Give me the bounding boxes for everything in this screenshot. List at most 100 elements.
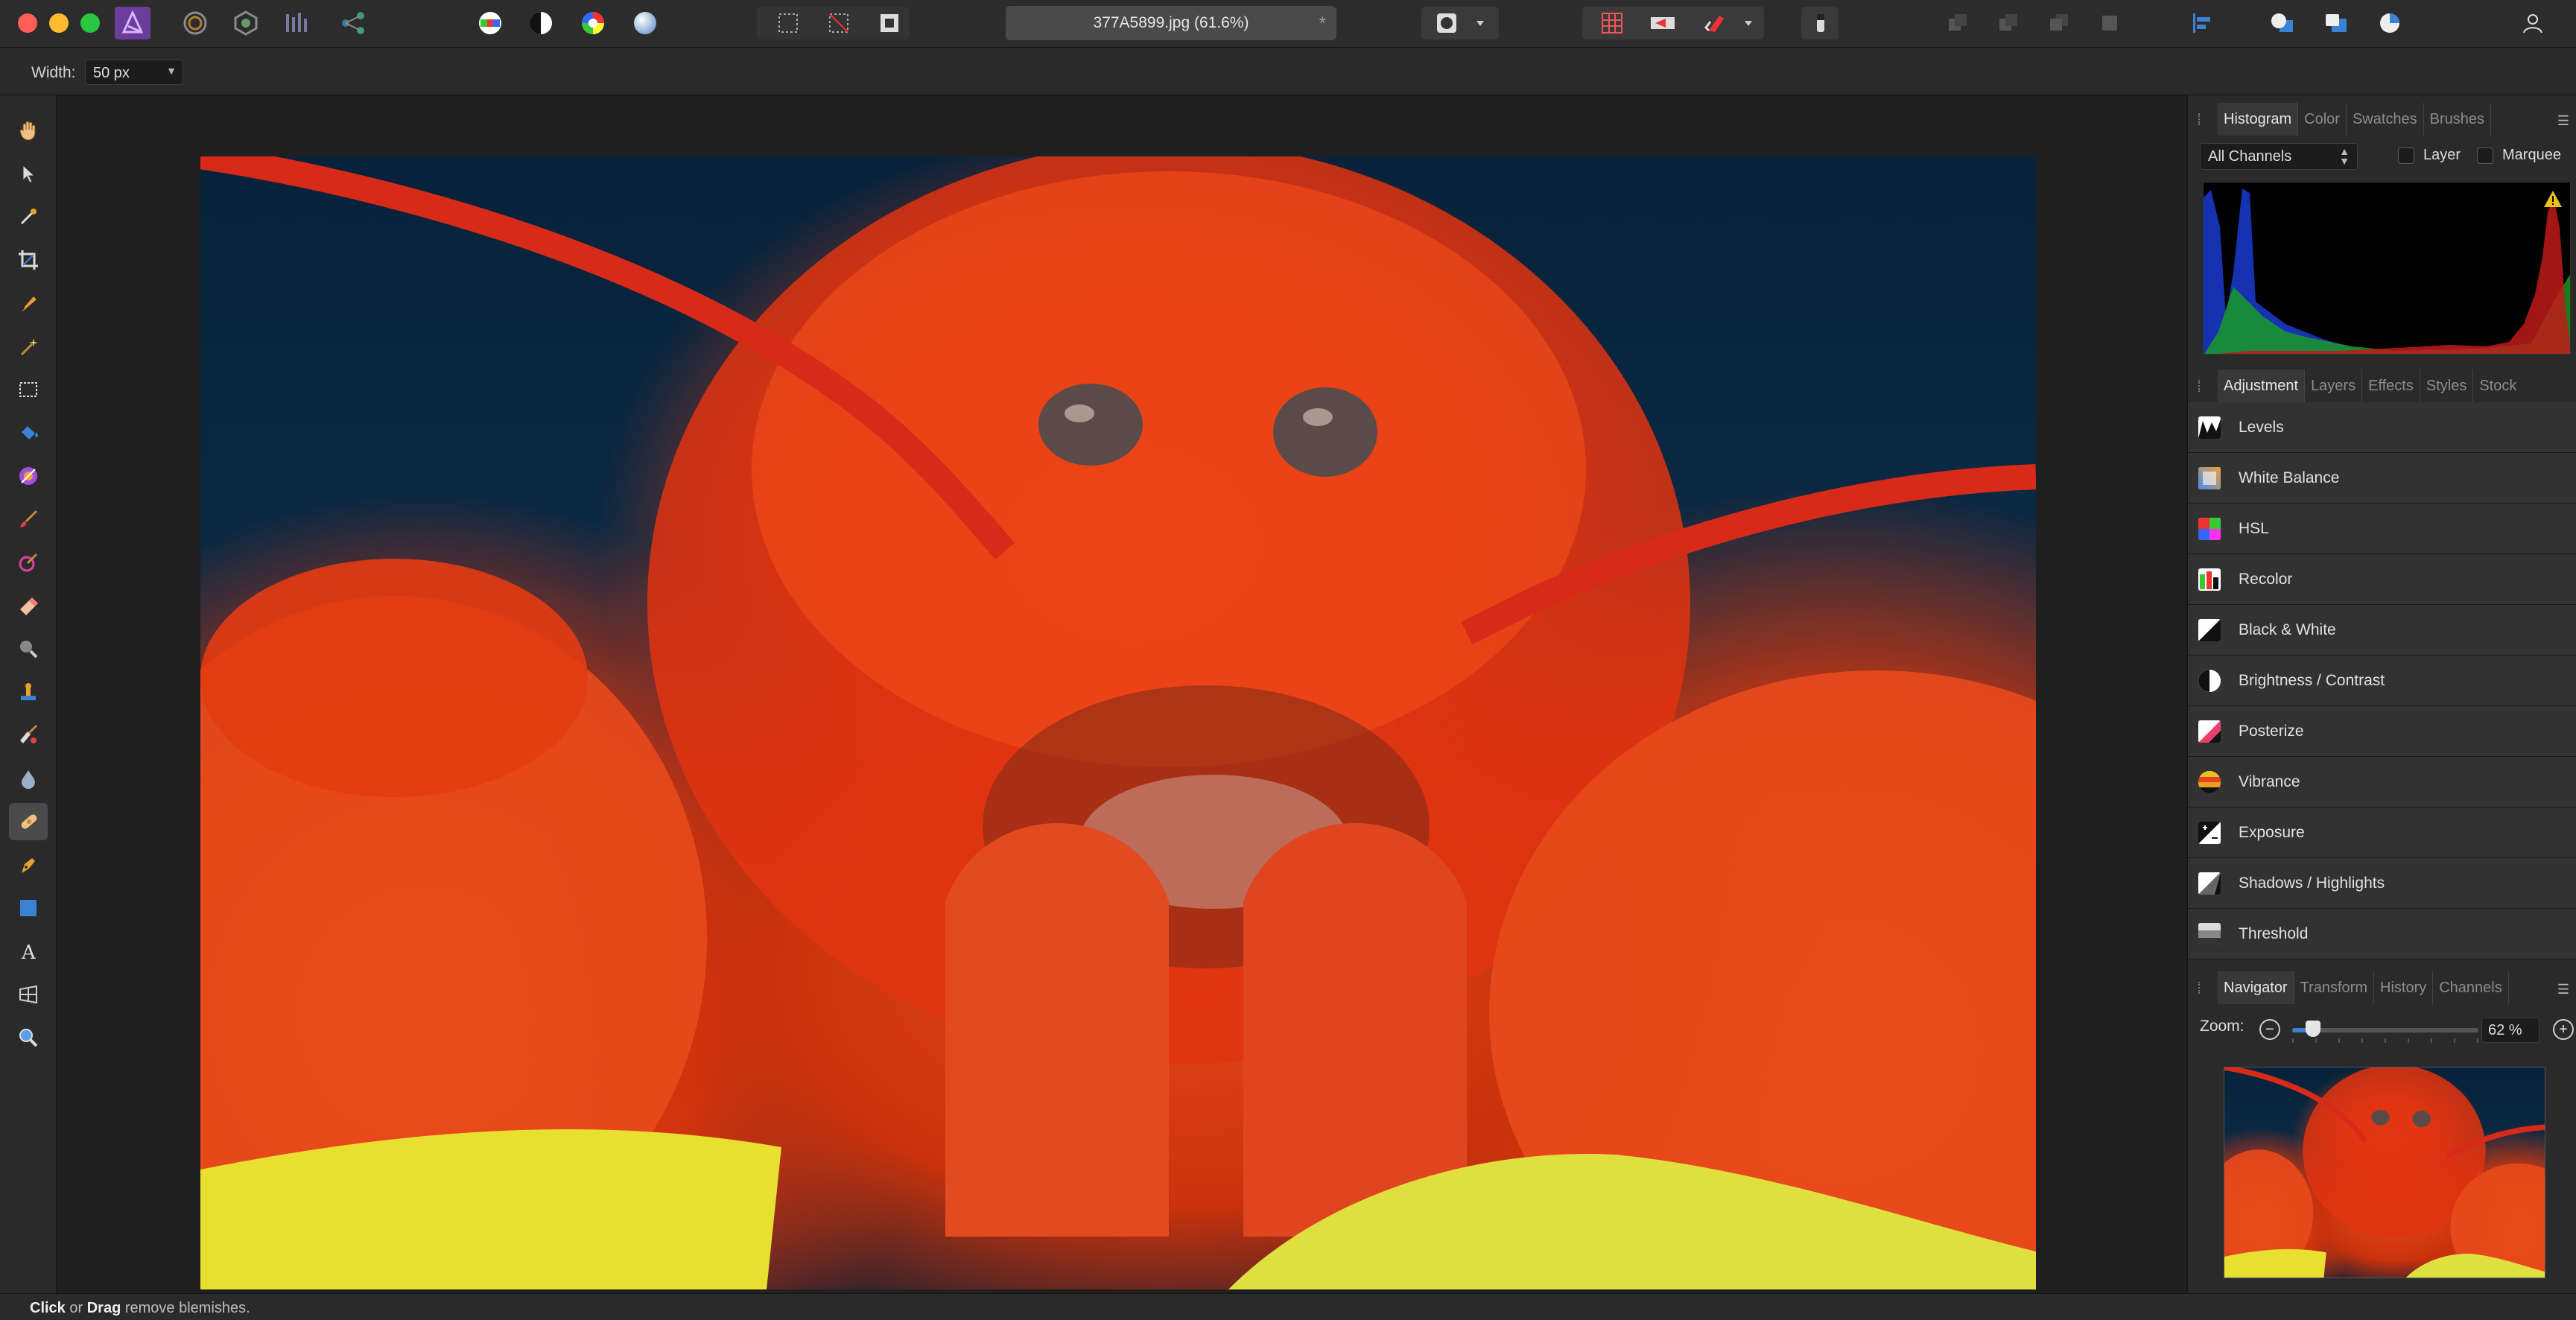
snapping-dropdown-icon[interactable] — [1737, 7, 1760, 39]
zoom-out-icon[interactable]: − — [2259, 1019, 2280, 1040]
order-back-icon[interactable] — [1940, 7, 1976, 39]
document-tab[interactable]: 377A5899.jpg (61.6%) * — [1006, 6, 1336, 40]
tab-history[interactable]: History — [2374, 971, 2434, 1004]
width-field[interactable]: 50 px ▼ — [85, 60, 183, 85]
color-replacement-icon[interactable] — [9, 544, 48, 581]
checkbox-box[interactable] — [2398, 147, 2414, 164]
tab-navigator[interactable]: Navigator — [2218, 971, 2294, 1004]
adjustment-label: Posterize — [2239, 722, 2304, 740]
grid-snap-icon[interactable] — [1594, 7, 1630, 39]
dodge-icon[interactable] — [9, 630, 48, 667]
develop-persona-icon[interactable] — [228, 7, 264, 39]
photo-persona-icon[interactable] — [115, 7, 150, 39]
zoom-slider-thumb[interactable] — [2305, 1021, 2320, 1037]
tab-stock[interactable]: Stock — [2473, 369, 2522, 402]
boolean-add-icon[interactable] — [2265, 7, 2300, 39]
boolean-intersect-icon[interactable] — [2372, 7, 2408, 39]
tab-adjustment[interactable]: Adjustment — [2218, 369, 2306, 402]
order-front-icon[interactable] — [2092, 7, 2128, 39]
adjustment-recolor[interactable]: Recolor — [2188, 554, 2576, 605]
gradient-icon[interactable] — [9, 457, 48, 495]
clone-brush-icon[interactable] — [9, 673, 48, 711]
tab-brushes[interactable]: Brushes — [2424, 103, 2492, 136]
pen-icon[interactable] — [9, 846, 48, 883]
text-icon[interactable]: A — [9, 933, 48, 970]
force-pixel-alignment-icon[interactable] — [1645, 7, 1681, 39]
panel-menu-icon[interactable]: ☰ — [2557, 982, 2569, 997]
blur-brush-icon[interactable] — [9, 760, 48, 797]
adjustment-posterize[interactable]: Posterize — [2188, 706, 2576, 757]
auto-levels-icon[interactable] — [472, 7, 508, 39]
marquee-checkbox[interactable]: Marquee — [2477, 147, 2561, 164]
color-picker-icon[interactable] — [9, 198, 48, 235]
close-window-button[interactable] — [18, 13, 37, 33]
blemish-brush-icon[interactable] — [9, 717, 48, 754]
adjustment-brightness-contrast[interactable]: Brightness / Contrast — [2188, 656, 2576, 706]
adjustment-black-white[interactable]: Black & White — [2188, 605, 2576, 656]
adjustment-white-balance[interactable]: White Balance — [2188, 453, 2576, 504]
crop-icon[interactable] — [9, 241, 48, 279]
status-or: or — [65, 1300, 87, 1316]
tab-layers[interactable]: Layers — [2305, 369, 2363, 402]
paint-brush-icon[interactable] — [9, 501, 48, 538]
quick-mask-dropdown-icon[interactable] — [1469, 7, 1491, 39]
boolean-subtract-icon[interactable] — [2318, 7, 2354, 39]
tab-swatches[interactable]: Swatches — [2347, 103, 2424, 136]
export-persona-icon[interactable] — [335, 7, 371, 39]
grip-icon[interactable] — [2198, 113, 2201, 125]
rectangle-shape-icon[interactable] — [9, 889, 48, 927]
zoom-value-field[interactable]: 62 % — [2481, 1018, 2539, 1043]
inpainting-brush-icon[interactable] — [9, 803, 48, 840]
align-icon[interactable] — [2184, 7, 2220, 39]
navigator-preview[interactable] — [2224, 1067, 2545, 1278]
tab-styles[interactable]: Styles — [2420, 369, 2474, 402]
layer-checkbox[interactable]: Layer — [2398, 147, 2461, 164]
tab-histogram[interactable]: Histogram — [2218, 103, 2299, 136]
erase-brush-icon[interactable] — [9, 587, 48, 624]
tab-effects[interactable]: Effects — [2362, 369, 2420, 402]
view-hand-icon[interactable] — [9, 112, 48, 149]
magic-wand-icon[interactable] — [9, 328, 48, 365]
channels-select[interactable]: All Channels ▲ ▼ — [2200, 143, 2358, 170]
zoom-in-icon[interactable]: + — [2553, 1019, 2574, 1040]
tone-mapping-persona-icon[interactable] — [279, 7, 314, 39]
order-backward-icon[interactable] — [1990, 7, 2026, 39]
rectangle-marquee-icon[interactable] — [9, 371, 48, 408]
tab-color[interactable]: Color — [2298, 103, 2347, 136]
flood-fill-icon[interactable] — [9, 414, 48, 451]
deselect-icon[interactable] — [821, 7, 857, 39]
auto-colors-icon[interactable] — [575, 7, 611, 39]
adjustment-exposure[interactable]: Exposure — [2188, 807, 2576, 858]
quick-mask-icon[interactable] — [1429, 7, 1465, 39]
zoom-icon[interactable] — [9, 1019, 48, 1056]
tab-channels[interactable]: Channels — [2433, 971, 2509, 1004]
invert-selection-icon[interactable] — [872, 7, 907, 39]
adjustment-hsl[interactable]: HSL — [2188, 504, 2576, 554]
minimize-window-button[interactable] — [49, 13, 69, 33]
marquee-icon[interactable] — [770, 7, 806, 39]
document-close-marker[interactable]: * — [1319, 13, 1326, 34]
selection-brush-icon[interactable] — [9, 285, 48, 322]
order-forward-icon[interactable] — [2041, 7, 2077, 39]
mesh-warp-icon[interactable] — [9, 976, 48, 1013]
canvas-area[interactable] — [57, 96, 2186, 1294]
liquify-persona-icon[interactable] — [177, 7, 213, 39]
assistant-icon[interactable] — [1803, 7, 1839, 39]
move-arrow-icon[interactable] — [9, 155, 48, 192]
auto-white-balance-icon[interactable] — [627, 7, 663, 39]
tab-transform[interactable]: Transform — [2294, 971, 2374, 1004]
adjustment-threshold[interactable]: Threshold — [2188, 909, 2576, 959]
grip-icon[interactable] — [2198, 380, 2201, 392]
user-icon[interactable] — [2515, 7, 2551, 39]
grip-icon[interactable] — [2198, 982, 2201, 994]
auto-contrast-icon[interactable] — [523, 7, 559, 39]
panel-menu-icon[interactable]: ☰ — [2557, 113, 2569, 129]
adjustment-vibrance[interactable]: Vibrance — [2188, 757, 2576, 807]
lobster-photo[interactable] — [200, 156, 2036, 1289]
zoom-window-button[interactable] — [80, 13, 100, 33]
checkbox-box[interactable] — [2477, 147, 2493, 164]
adjustment-levels[interactable]: Levels — [2188, 402, 2576, 453]
adjustment-shadows-highlights[interactable]: Shadows / Highlights — [2188, 858, 2576, 909]
zoom-slider[interactable] — [2292, 1021, 2478, 1037]
snapping-magnet-icon[interactable] — [1697, 7, 1733, 39]
